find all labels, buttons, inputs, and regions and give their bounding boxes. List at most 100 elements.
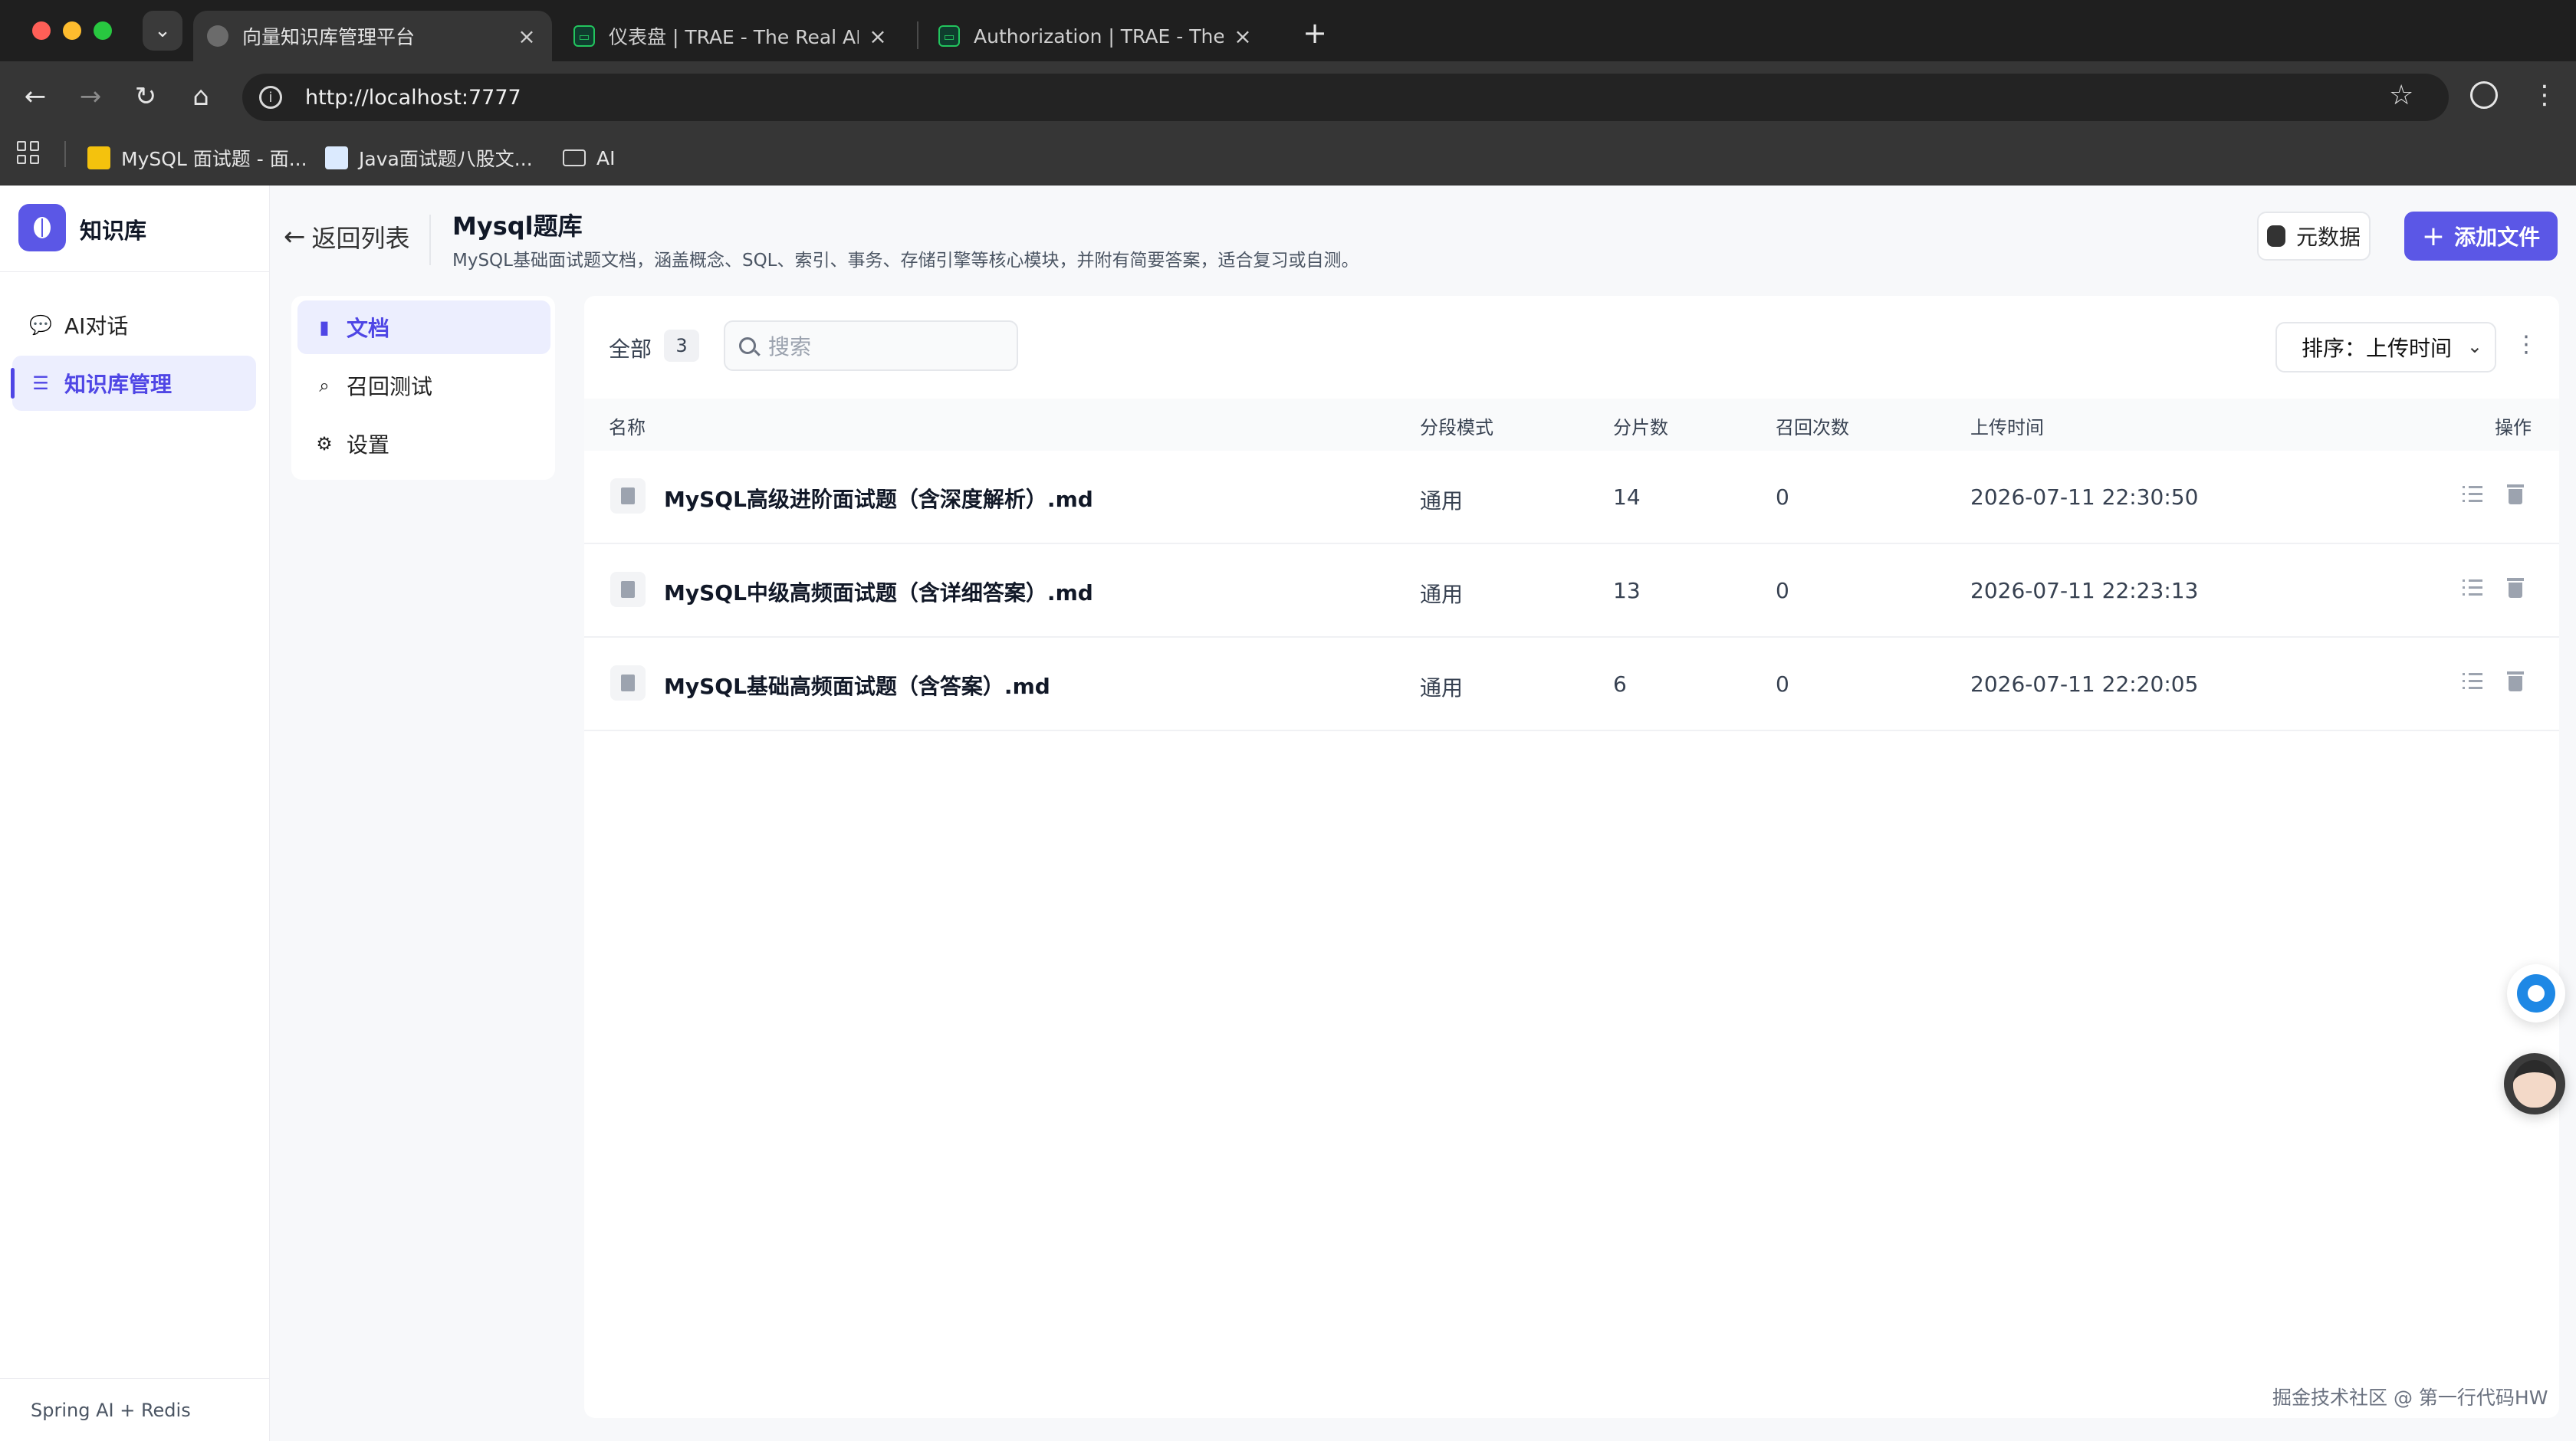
plus-icon: + xyxy=(2421,220,2446,252)
recall-count: 0 xyxy=(1776,484,1789,510)
reload-icon[interactable]: ↻ xyxy=(126,77,166,117)
new-tab-button[interactable]: + xyxy=(1296,14,1334,52)
bookmark-star-icon[interactable]: ☆ xyxy=(2389,80,2413,111)
file-icon xyxy=(610,478,646,514)
add-file-label: 添加文件 xyxy=(2454,225,2541,250)
page-title: Mysql题库 xyxy=(452,212,583,241)
active-indicator xyxy=(11,368,15,399)
tab-title: 向量知识库管理平台 xyxy=(242,26,416,48)
recall-count: 0 xyxy=(1776,578,1789,603)
delete-icon[interactable] xyxy=(2507,671,2524,691)
column-header-mode: 分段模式 xyxy=(1420,417,1493,438)
segment-mode: 通用 xyxy=(1420,675,1464,701)
browser-menu-icon[interactable]: ⋮ xyxy=(2532,80,2558,110)
search-placeholder: 搜索 xyxy=(768,334,812,359)
more-options-icon[interactable]: ⋮ xyxy=(2515,331,2538,358)
bookmark-favicon xyxy=(325,146,348,169)
close-tab-icon[interactable]: × xyxy=(515,24,538,49)
floating-chat-icon[interactable] xyxy=(2507,964,2565,1022)
tab-search-button[interactable]: ⌄ xyxy=(143,11,182,51)
bookmarks-separator xyxy=(64,141,66,167)
home-icon[interactable]: ⌂ xyxy=(181,77,221,117)
delete-icon[interactable] xyxy=(2507,484,2524,504)
table-row[interactable]: MySQL基础高频面试题（含答案）.md 通用 6 0 2026-07-11 2… xyxy=(584,638,2559,731)
bookmark-label: AI xyxy=(596,146,616,169)
tab-documents[interactable]: ▮ 文档 xyxy=(297,300,550,354)
trae-icon: ▭ xyxy=(573,25,595,47)
file-icon xyxy=(610,665,646,701)
close-tab-icon[interactable]: × xyxy=(1231,24,1254,49)
browser-tab-active[interactable]: 向量知识库管理平台 × xyxy=(193,11,552,61)
sort-select[interactable]: 排序：上传时间 ⌄ xyxy=(2275,322,2496,373)
apps-grid-icon[interactable] xyxy=(17,141,40,164)
delete-icon[interactable] xyxy=(2507,578,2524,598)
table-row[interactable]: MySQL高级进阶面试题（含深度解析）.md 通用 14 0 2026-07-1… xyxy=(584,451,2559,544)
window-maximize-button[interactable] xyxy=(94,21,112,40)
tab-settings[interactable]: ⚙ 设置 xyxy=(297,417,550,471)
url-text: http://localhost:7777 xyxy=(305,85,521,110)
bookmark-label: MySQL 面试题 - 面... xyxy=(121,148,307,170)
metadata-label: 元数据 xyxy=(2295,225,2361,250)
upload-time: 2026-07-11 22:30:50 xyxy=(1970,484,2199,510)
profile-icon[interactable] xyxy=(2470,81,2498,109)
tab-label: 文档 xyxy=(347,316,390,341)
browser-tab[interactable]: ▭ Authorization | TRAE - The Real × xyxy=(925,11,1268,61)
folder-icon xyxy=(563,149,586,166)
document-count-badge: 3 xyxy=(664,330,699,362)
floating-assistant-avatar[interactable] xyxy=(2504,1053,2565,1114)
list-icon: ☰ xyxy=(32,373,49,394)
back-label: 返回列表 xyxy=(311,224,410,253)
table-row[interactable]: MySQL中级高频面试题（含详细答案）.md 通用 13 0 2026-07-1… xyxy=(584,544,2559,638)
globe-icon xyxy=(207,25,228,47)
file-name[interactable]: MySQL中级高频面试题（含详细答案）.md xyxy=(664,576,1093,607)
sidebar-item-ai-chat[interactable]: 💬 AI对话 xyxy=(12,297,256,353)
sidebar-item-label: 知识库管理 xyxy=(64,372,172,397)
tab-title: 仪表盘 | TRAE - The Real AI Eng xyxy=(609,26,859,48)
sort-label: 排序：上传时间 xyxy=(2302,336,2453,361)
bookmark-favicon xyxy=(87,146,110,169)
search-icon xyxy=(739,337,756,354)
app-logo-icon xyxy=(18,204,66,251)
chunk-count: 6 xyxy=(1613,671,1627,697)
bookmark-label: Java面试题八股文... xyxy=(359,148,533,170)
window-close-button[interactable] xyxy=(32,21,51,40)
sidebar-footer: Spring AI + Redis xyxy=(31,1400,191,1421)
list-chunks-icon[interactable] xyxy=(2463,673,2482,691)
file-name[interactable]: MySQL基础高频面试题（含答案）.md xyxy=(664,670,1050,701)
sidebar-item-kb-management[interactable]: ☰ 知识库管理 xyxy=(12,356,256,411)
file-name[interactable]: MySQL高级进阶面试题（含深度解析）.md xyxy=(664,483,1093,514)
chevron-down-icon: ⌄ xyxy=(2466,336,2482,357)
site-info-icon[interactable]: i xyxy=(259,86,282,109)
forward-arrow-icon[interactable]: → xyxy=(71,77,110,117)
bookmark-folder[interactable]: AI xyxy=(563,140,615,176)
arrow-left-icon: ← xyxy=(284,222,306,252)
browser-tab[interactable]: ▭ 仪表盘 | TRAE - The Real AI Eng × xyxy=(560,11,903,61)
trae-icon: ▭ xyxy=(938,25,960,47)
column-header-uploaded: 上传时间 xyxy=(1970,417,2044,438)
search-input[interactable]: 搜索 xyxy=(724,320,1018,371)
chunk-count: 14 xyxy=(1613,484,1641,510)
watermark: 掘金技术社区 @ 第一行代码HW xyxy=(2272,1387,2548,1409)
segment-mode: 通用 xyxy=(1420,582,1464,607)
filter-all[interactable]: 全部 xyxy=(609,333,652,363)
close-tab-icon[interactable]: × xyxy=(866,24,889,49)
column-header-chunks: 分片数 xyxy=(1613,417,1668,438)
upload-time: 2026-07-11 22:23:13 xyxy=(1970,578,2199,603)
window-minimize-button[interactable] xyxy=(63,21,81,40)
add-file-button[interactable]: + 添加文件 xyxy=(2404,212,2558,261)
metadata-button[interactable]: 元数据 xyxy=(2257,212,2371,261)
gear-icon: ⚙ xyxy=(316,433,333,455)
column-header-actions: 操作 xyxy=(2495,417,2532,438)
list-chunks-icon[interactable] xyxy=(2463,579,2482,598)
tab-label: 设置 xyxy=(347,432,390,458)
back-arrow-icon[interactable]: ← xyxy=(15,77,55,117)
sidebar-footer-divider xyxy=(0,1378,270,1379)
list-chunks-icon[interactable] xyxy=(2463,486,2482,504)
database-icon xyxy=(2266,225,2285,247)
bookmark-item[interactable]: MySQL 面试题 - 面... xyxy=(87,140,307,176)
bookmark-item[interactable]: Java面试题八股文... xyxy=(325,140,533,176)
column-header-recalls: 召回次数 xyxy=(1776,417,1849,438)
back-to-list-link[interactable]: ← 返回列表 xyxy=(284,219,410,254)
tab-recall-test[interactable]: ⌕ 召回测试 xyxy=(297,359,550,412)
address-bar[interactable]: i http://localhost:7777 xyxy=(242,74,2449,121)
